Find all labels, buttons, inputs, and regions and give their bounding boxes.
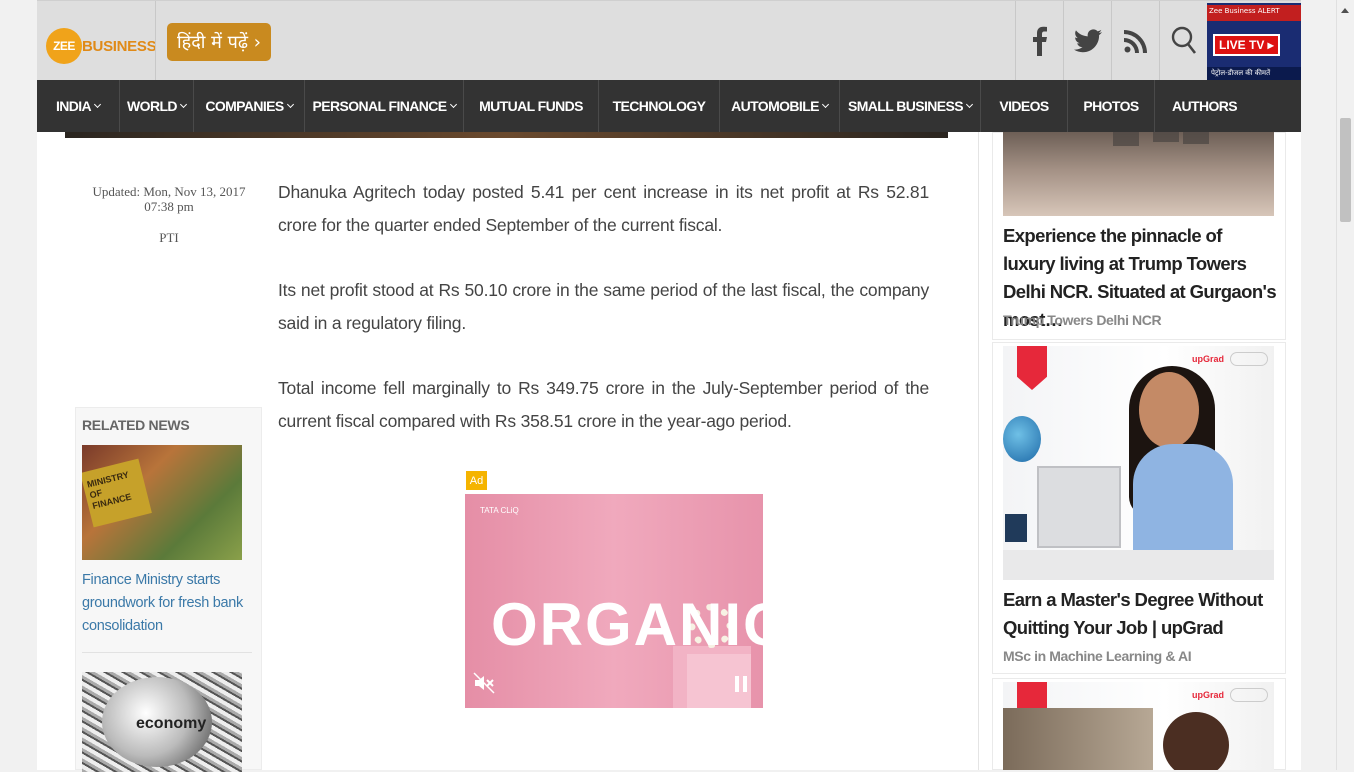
laptop bbox=[1037, 466, 1121, 548]
nav-label: COMPANIES bbox=[205, 98, 284, 114]
nav-item-companies[interactable]: COMPANIES bbox=[194, 80, 305, 132]
partner-logo bbox=[1230, 352, 1268, 366]
nav-label: AUTOMOBILE bbox=[731, 98, 819, 114]
chevron-down-icon bbox=[821, 100, 829, 109]
nav-label: WORLD bbox=[127, 98, 177, 114]
nav-label: INDIA bbox=[55, 98, 92, 114]
main-nav: INDIA WORLD COMPANIES PERSONAL FINANCE M… bbox=[37, 80, 1301, 132]
sponsored-image[interactable] bbox=[1003, 132, 1274, 216]
related-news-image[interactable]: MINISTRY OF FINANCE bbox=[82, 445, 242, 560]
image-tower bbox=[1183, 132, 1209, 144]
article-body: Dhanuka Agritech today posted 5.41 per c… bbox=[278, 176, 929, 470]
zee-business-logo[interactable]: ZEE BUSINESS bbox=[46, 23, 157, 69]
vertical-scrollbar[interactable] bbox=[1336, 0, 1354, 770]
mug bbox=[1005, 514, 1027, 542]
nav-item-india[interactable]: INDIA bbox=[37, 80, 120, 132]
search-icon[interactable] bbox=[1159, 1, 1207, 81]
rss-icon[interactable] bbox=[1111, 1, 1159, 81]
image-tower bbox=[1153, 132, 1179, 142]
chevron-down-icon bbox=[286, 100, 294, 109]
scrollbar-thumb[interactable] bbox=[1340, 118, 1351, 222]
live-tv-label: LIVE TV ▸ bbox=[1213, 34, 1280, 56]
nav-item-personal-finance[interactable]: PERSONAL FINANCE bbox=[305, 80, 464, 132]
mute-icon[interactable] bbox=[473, 672, 495, 699]
live-tv-button[interactable]: Zee Business ALERT LIVE TV ▸ पेट्रोल-डीज… bbox=[1207, 3, 1301, 81]
hindi-language-button[interactable]: हिंदी में पढ़ें › bbox=[167, 23, 271, 61]
facebook-icon[interactable] bbox=[1015, 1, 1063, 81]
nav-item-technology[interactable]: TECHNOLOGY bbox=[599, 80, 720, 132]
nav-item-automobile[interactable]: AUTOMOBILE bbox=[720, 80, 840, 132]
nav-label: PERSONAL FINANCE bbox=[312, 98, 447, 114]
scroll-up-arrow-icon[interactable] bbox=[1341, 8, 1349, 13]
article-author[interactable]: PTI bbox=[90, 230, 248, 245]
nav-item-mutual-funds[interactable]: MUTUAL FUNDS bbox=[464, 80, 599, 132]
nav-label: VIDEOS bbox=[999, 98, 1049, 114]
upgrad-logo-mark bbox=[1017, 346, 1047, 390]
nav-label: TECHNOLOGY bbox=[612, 98, 706, 114]
article-paragraph: Dhanuka Agritech today posted 5.41 per c… bbox=[278, 182, 929, 235]
nav-label: AUTHORS bbox=[1171, 98, 1238, 114]
article-paragraph: Its net profit stood at Rs 50.10 crore i… bbox=[278, 280, 929, 333]
sponsored-source: Trump Towers Delhi NCR bbox=[1003, 312, 1162, 328]
chevron-down-icon bbox=[449, 100, 457, 109]
partner-logo bbox=[1230, 688, 1268, 702]
image-tower bbox=[1113, 132, 1139, 146]
image-word: economy bbox=[102, 677, 212, 767]
article-hero-image bbox=[65, 132, 948, 138]
ad-badge: Ad bbox=[466, 471, 487, 490]
updated-timestamp: Updated: Mon, Nov 13, 2017 07:38 pm bbox=[92, 184, 246, 214]
upgrad-logo: upGrad bbox=[1191, 354, 1224, 364]
room-background bbox=[1003, 708, 1153, 770]
twitter-icon[interactable] bbox=[1063, 1, 1111, 81]
sponsored-source: MSc in Machine Learning & AI bbox=[1003, 648, 1192, 664]
chevron-down-icon bbox=[94, 100, 102, 109]
live-tv-bottom-text: पेट्रोल-डीजल की कीमतें bbox=[1207, 67, 1301, 81]
nav-item-authors[interactable]: AUTHORS bbox=[1155, 80, 1254, 132]
nav-label: PHOTOS bbox=[1083, 98, 1139, 114]
ad-brand: TATA CLiQ bbox=[480, 506, 519, 515]
sidebar-divider bbox=[978, 132, 979, 770]
person-face bbox=[1139, 372, 1199, 448]
related-news-link[interactable]: Finance Ministry starts groundwork for f… bbox=[82, 569, 252, 638]
related-news-image[interactable]: economy bbox=[82, 672, 242, 772]
sponsored-image[interactable]: upGrad bbox=[1003, 682, 1274, 770]
logo-badge: ZEE bbox=[46, 28, 82, 64]
image-sign-text: MINISTRY OF FINANCE bbox=[82, 458, 152, 528]
ad-headline: ORGANIQ bbox=[491, 591, 763, 658]
logo-text: BUSINESS bbox=[82, 37, 157, 55]
pause-icon[interactable] bbox=[735, 676, 747, 692]
globe bbox=[1003, 416, 1041, 462]
video-ad[interactable]: TATA CLiQ ORGANIQ bbox=[465, 494, 763, 708]
person-head bbox=[1163, 712, 1229, 770]
article-meta: Updated: Mon, Nov 13, 2017 07:38 pm PTI bbox=[90, 184, 248, 245]
site-header: ZEE BUSINESS हिंदी में पढ़ें › Zee Busin… bbox=[37, 0, 1301, 81]
chevron-down-icon bbox=[965, 100, 974, 109]
nav-item-videos[interactable]: VIDEOS bbox=[981, 80, 1068, 132]
live-tv-ticker: Zee Business ALERT bbox=[1207, 5, 1301, 21]
nav-label: SMALL BUSINESS bbox=[847, 98, 964, 114]
nav-item-world[interactable]: WORLD bbox=[120, 80, 194, 132]
nav-label: MUTUAL FUNDS bbox=[479, 98, 583, 114]
chevron-down-icon bbox=[179, 100, 187, 109]
nav-item-small-business[interactable]: SMALL BUSINESS bbox=[840, 80, 981, 132]
upgrad-logo: upGrad bbox=[1191, 690, 1224, 700]
article-paragraph: Total income fell marginally to Rs 349.7… bbox=[278, 378, 929, 431]
sponsored-title[interactable]: Earn a Master's Degree Without Quitting … bbox=[1003, 586, 1278, 642]
sponsored-image[interactable]: upGrad bbox=[1003, 346, 1274, 580]
header-divider bbox=[155, 1, 156, 81]
related-news-heading: RELATED NEWS bbox=[82, 417, 190, 433]
nav-item-photos[interactable]: PHOTOS bbox=[1068, 80, 1155, 132]
related-news-panel: RELATED NEWS MINISTRY OF FINANCE Finance… bbox=[75, 407, 262, 772]
desk bbox=[1003, 550, 1274, 580]
related-divider bbox=[82, 652, 252, 653]
